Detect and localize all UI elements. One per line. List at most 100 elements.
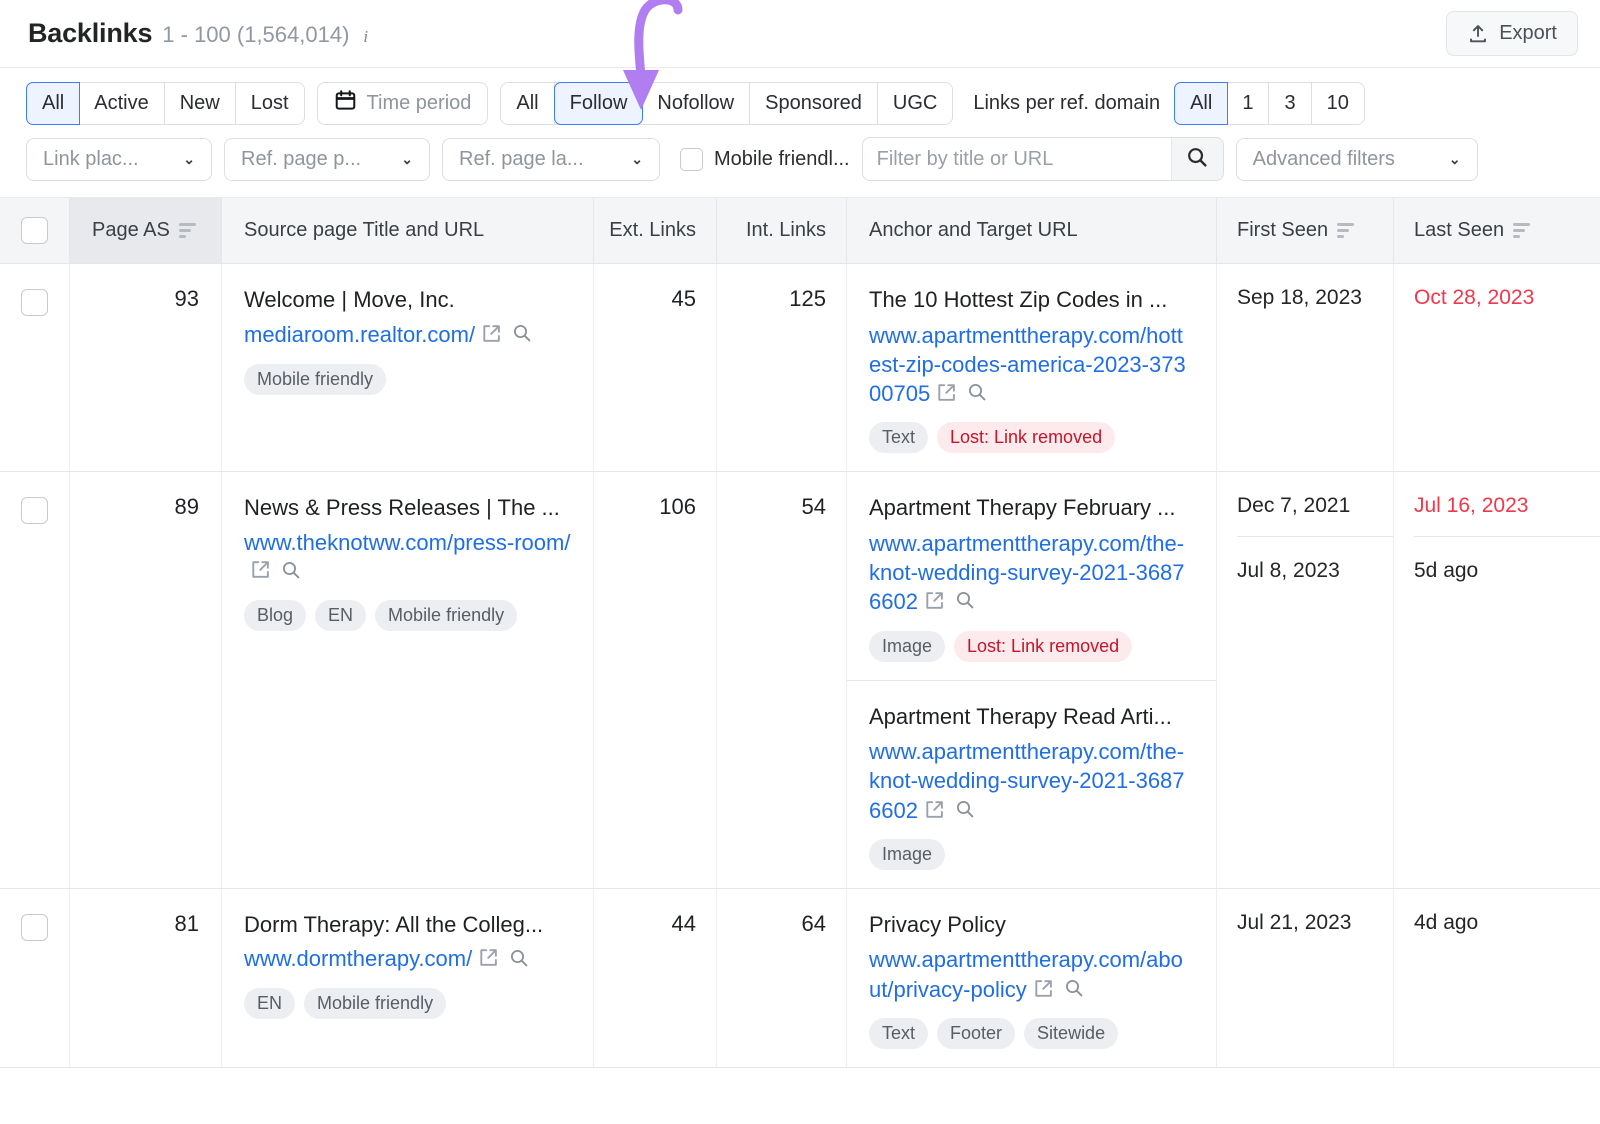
inspect-search-icon[interactable] bbox=[954, 589, 976, 618]
status-filter-new[interactable]: New bbox=[164, 83, 236, 124]
ref-page-language-dropdown[interactable]: Ref. page la... ⌄ bbox=[442, 137, 660, 181]
search-button[interactable] bbox=[1170, 138, 1223, 180]
column-anchor-label: Anchor and Target URL bbox=[869, 219, 1078, 241]
sort-icon[interactable] bbox=[1513, 223, 1531, 238]
page-header: Backlinks 1 - 100 (1,564,014) i Export bbox=[0, 0, 1600, 68]
open-in-new-tab-icon[interactable] bbox=[478, 947, 499, 976]
open-in-new-tab-icon[interactable] bbox=[481, 323, 502, 352]
target-url-link[interactable]: www.apartmenttherapy.com/hottest-zip-cod… bbox=[869, 321, 1194, 411]
export-button[interactable]: Export bbox=[1446, 11, 1578, 56]
source-url-link[interactable]: mediaroom.realtor.com/ bbox=[244, 321, 593, 352]
advanced-filters-dropdown[interactable]: Advanced filters ⌄ bbox=[1235, 137, 1478, 181]
source-url-link[interactable]: www.dormtherapy.com/ bbox=[244, 945, 593, 976]
links-per-ref-domain-group: All 1 3 10 bbox=[1174, 82, 1365, 125]
anchor-block: Apartment Therapy Read Arti... www.apartm… bbox=[847, 679, 1216, 888]
tag-badge: Mobile friendly bbox=[304, 988, 447, 1020]
inspect-search-icon[interactable] bbox=[508, 947, 530, 977]
column-last-seen[interactable]: Last Seen bbox=[1394, 198, 1600, 263]
source-cell: Welcome | Move, Inc. mediaroom.realtor.co… bbox=[222, 264, 594, 472]
status-filter-all[interactable]: All bbox=[26, 82, 81, 125]
tag-badge: Footer bbox=[937, 1017, 1016, 1049]
anchor-cell: Privacy Policy www.apartmenttherapy.com/a… bbox=[847, 888, 1217, 1067]
tag-list: EN Mobile friendly bbox=[244, 988, 593, 1020]
sort-icon[interactable] bbox=[178, 223, 196, 238]
result-range: 1 - 100 (1,564,014) bbox=[162, 22, 350, 47]
inspect-search-icon[interactable] bbox=[1063, 977, 1085, 1006]
chevron-down-icon: ⌄ bbox=[1448, 150, 1461, 167]
source-title: Welcome | Move, Inc. bbox=[244, 287, 455, 312]
open-in-new-tab-icon[interactable] bbox=[936, 381, 957, 410]
open-in-new-tab-icon[interactable] bbox=[250, 559, 271, 588]
follow-filter-all[interactable]: All bbox=[501, 83, 555, 124]
column-anchor: Anchor and Target URL bbox=[847, 198, 1217, 263]
links-per-domain-1[interactable]: 1 bbox=[1227, 83, 1270, 124]
target-url-link[interactable]: www.apartmenttherapy.com/about/privacy-p… bbox=[869, 945, 1194, 1006]
follow-filter-sponsored[interactable]: Sponsored bbox=[750, 83, 878, 124]
breadcrumb: Backlinks 1 - 100 (1,564,014) i bbox=[28, 18, 368, 49]
tag-badge: Image bbox=[869, 630, 946, 662]
int-links-value: 64 bbox=[717, 888, 847, 1067]
target-url-link[interactable]: www.apartmenttherapy.com/the-knot-weddin… bbox=[869, 529, 1194, 619]
backlinks-table: Page AS Source page Title and URL Ext. L… bbox=[0, 198, 1600, 1068]
links-per-domain-10[interactable]: 10 bbox=[1311, 83, 1364, 124]
status-filter-active[interactable]: Active bbox=[79, 83, 165, 124]
follow-filter-follow[interactable]: Follow bbox=[553, 82, 644, 125]
open-in-new-tab-icon[interactable] bbox=[924, 798, 945, 827]
link-actions bbox=[1033, 977, 1085, 1006]
row-checkbox[interactable] bbox=[21, 497, 48, 525]
row-checkbox[interactable] bbox=[21, 289, 48, 316]
select-all-checkbox[interactable] bbox=[21, 217, 48, 244]
page-as-value: 81 bbox=[70, 888, 222, 1067]
anchor-text: Apartment Therapy Read Arti... bbox=[869, 703, 1172, 729]
follow-filter-group: All Follow Nofollow Sponsored UGC bbox=[500, 82, 954, 125]
inspect-search-icon[interactable] bbox=[954, 798, 976, 827]
ref-page-platform-dropdown[interactable]: Ref. page p... ⌄ bbox=[224, 137, 430, 181]
bottom-fade bbox=[0, 1078, 1600, 1124]
inspect-search-icon[interactable] bbox=[511, 322, 533, 352]
tag-badge: Mobile friendly bbox=[244, 363, 387, 395]
filter-row-2: Link plac... ⌄ Ref. page p... ⌄ Ref. pag… bbox=[26, 137, 1582, 181]
table-row: 93 Welcome | Move, Inc. mediaroom.realtor.… bbox=[0, 264, 1600, 473]
row-select-cell[interactable] bbox=[0, 888, 70, 1067]
links-per-domain-3[interactable]: 3 bbox=[1269, 83, 1312, 124]
first-seen-value: Jul 8, 2023 bbox=[1237, 536, 1393, 601]
info-icon[interactable]: i bbox=[363, 28, 368, 45]
open-in-new-tab-icon[interactable] bbox=[1033, 977, 1054, 1006]
source-url-link[interactable]: www.theknotww.com/press-room/ bbox=[244, 529, 593, 589]
anchor-text: Privacy Policy bbox=[869, 911, 1006, 937]
inspect-search-icon[interactable] bbox=[280, 559, 302, 589]
column-page-as[interactable]: Page AS bbox=[70, 198, 222, 263]
link-placement-label: Link plac... bbox=[43, 147, 139, 170]
row-select-cell[interactable] bbox=[0, 472, 70, 888]
mobile-friendly-checkbox[interactable]: Mobile friendl... bbox=[672, 147, 850, 171]
status-filter-lost[interactable]: Lost bbox=[235, 83, 304, 124]
filter-search-box bbox=[861, 137, 1224, 181]
open-in-new-tab-icon[interactable] bbox=[924, 589, 945, 618]
column-ext-links: Ext. Links bbox=[594, 198, 717, 263]
tag-list: Blog EN Mobile friendly bbox=[244, 600, 593, 632]
search-input[interactable] bbox=[862, 138, 1171, 180]
row-select-cell[interactable] bbox=[0, 264, 70, 472]
sort-icon[interactable] bbox=[1337, 223, 1355, 238]
tag-list: Mobile friendly bbox=[244, 363, 593, 395]
source-cell: Dorm Therapy: All the Colleg... www.dormt… bbox=[222, 888, 594, 1067]
follow-filter-nofollow[interactable]: Nofollow bbox=[642, 83, 751, 124]
ext-links-value: 44 bbox=[594, 888, 717, 1067]
column-first-seen-label: First Seen bbox=[1237, 219, 1329, 241]
last-seen-cell: Oct 28, 2023 bbox=[1394, 264, 1600, 471]
column-first-seen[interactable]: First Seen bbox=[1217, 198, 1394, 263]
link-actions bbox=[936, 381, 988, 410]
row-checkbox[interactable] bbox=[21, 913, 48, 941]
select-all-cell[interactable] bbox=[0, 198, 70, 263]
tag-list: Text Lost: Link removed bbox=[869, 422, 1194, 454]
ref-page-platform-label: Ref. page p... bbox=[241, 147, 362, 170]
inspect-search-icon[interactable] bbox=[966, 381, 988, 410]
follow-filter-ugc[interactable]: UGC bbox=[877, 83, 953, 124]
link-placement-dropdown[interactable]: Link plac... ⌄ bbox=[26, 137, 212, 181]
link-actions bbox=[924, 798, 976, 827]
target-url-link[interactable]: www.apartmenttherapy.com/the-knot-weddin… bbox=[869, 737, 1194, 827]
links-per-domain-all[interactable]: All bbox=[1174, 82, 1229, 125]
time-period-picker[interactable]: Time period bbox=[316, 82, 489, 125]
column-int-links-label: Int. Links bbox=[745, 219, 826, 241]
link-actions bbox=[250, 559, 302, 589]
